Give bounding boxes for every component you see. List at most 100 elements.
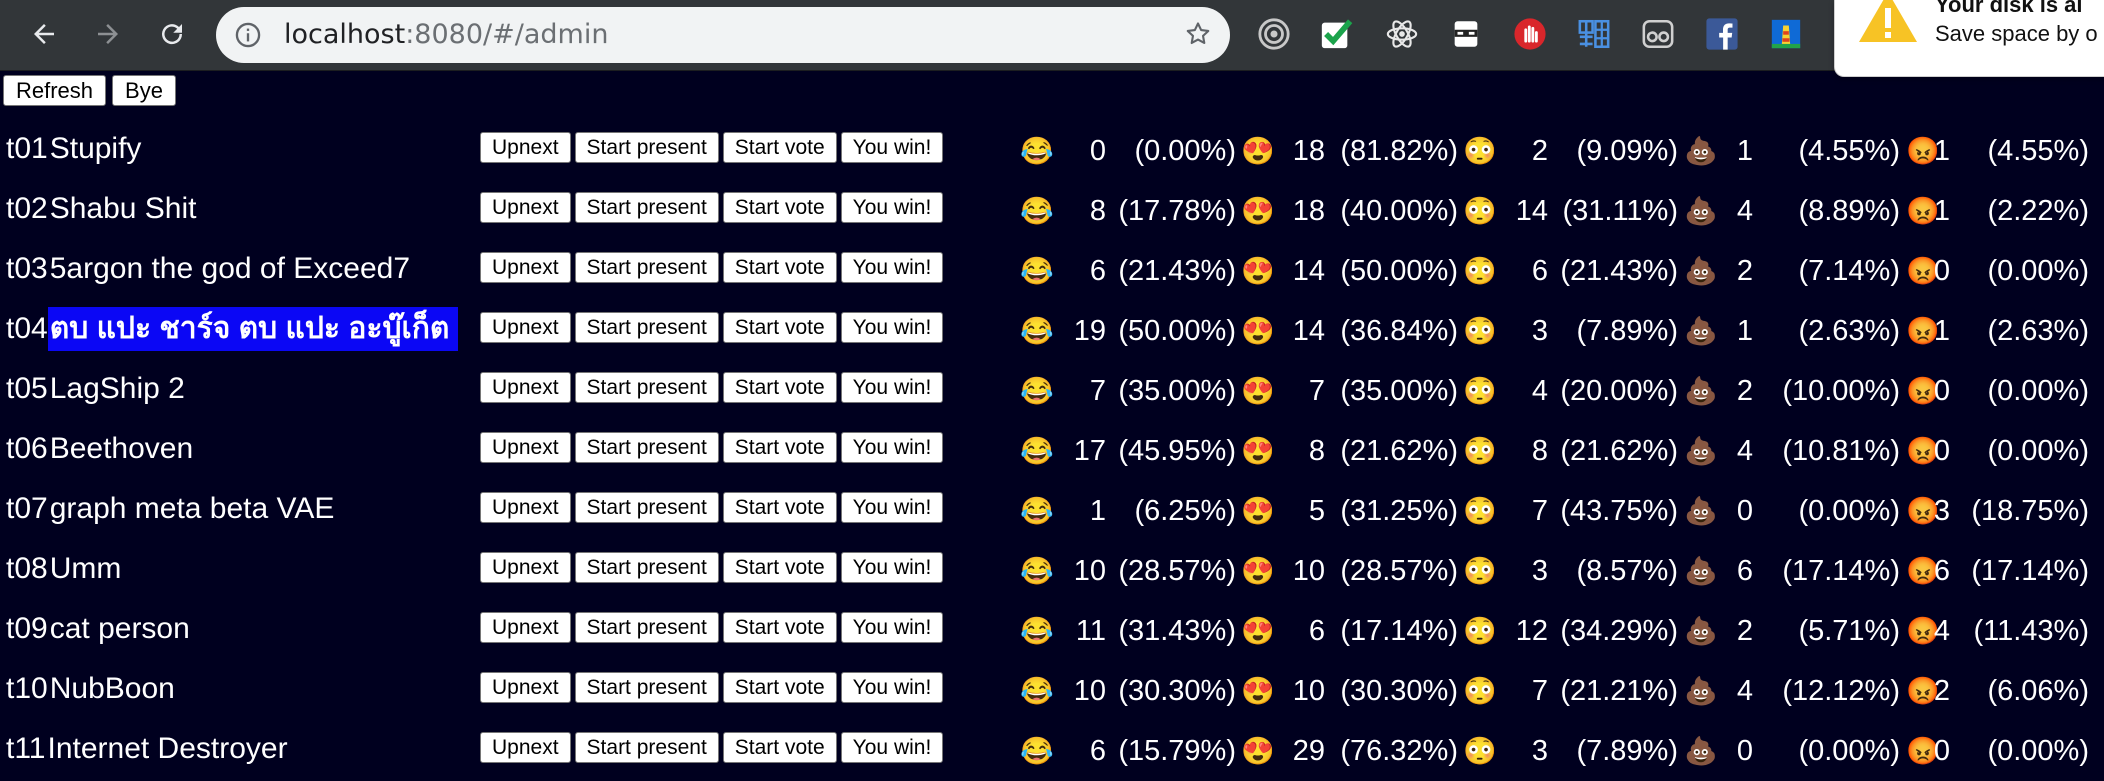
upnext-button[interactable]: Upnext — [480, 732, 571, 763]
address-bar[interactable]: localhost:8080/#/admin — [216, 7, 1230, 63]
vote-count: 2 — [1736, 375, 1753, 407]
site-info-icon[interactable] — [234, 21, 262, 56]
start-present-button[interactable]: Start present — [574, 132, 719, 163]
team-id: t10 — [6, 672, 48, 705]
start-vote-button[interactable]: Start vote — [722, 132, 837, 163]
disk-space-notification[interactable]: Your disk is al Save space by o — [1834, 0, 2104, 77]
start-present-button[interactable]: Start present — [574, 672, 719, 703]
you-win-button[interactable]: You win! — [840, 372, 944, 403]
you-win-button[interactable]: You win! — [840, 312, 944, 343]
reload-button[interactable] — [150, 12, 194, 56]
facebook-extension-icon[interactable] — [1702, 14, 1742, 54]
bye-button[interactable]: Bye — [112, 75, 176, 106]
upnext-button[interactable]: Upnext — [480, 312, 571, 343]
upnext-button[interactable]: Upnext — [480, 252, 571, 283]
team-row: t08Umm Upnext Start present Start vote You w… — [0, 541, 2104, 601]
you-win-button[interactable]: You win! — [840, 132, 944, 163]
laugh-emoji-icon: 😂 — [1020, 256, 1054, 286]
react-devtools-icon[interactable] — [1382, 14, 1422, 54]
vote-percent: (35.00%) — [1340, 375, 1458, 407]
start-present-button[interactable]: Start present — [574, 372, 719, 403]
vote-percent: (34.29%) — [1560, 615, 1678, 647]
start-vote-button[interactable]: Start vote — [722, 672, 837, 703]
you-win-button[interactable]: You win! — [840, 492, 944, 523]
start-vote-button[interactable]: Start vote — [722, 312, 837, 343]
team-id: t11 — [6, 732, 46, 765]
lighthouse-extension-icon[interactable] — [1766, 14, 1806, 54]
vote-count: 7 — [1531, 675, 1548, 707]
you-win-button[interactable]: You win! — [840, 552, 944, 583]
upnext-button[interactable]: Upnext — [480, 552, 571, 583]
team-name: Umm — [49, 552, 122, 585]
team-id: t09 — [6, 612, 48, 645]
team-controls: Upnext Start present Start vote You win! — [480, 132, 944, 163]
start-present-button[interactable]: Start present — [574, 312, 719, 343]
forward-button[interactable] — [86, 12, 130, 56]
team-id: t07 — [6, 492, 48, 525]
start-vote-button[interactable]: Start vote — [722, 432, 837, 463]
vote-count: 11 — [1075, 615, 1106, 647]
vote-percent: (21.21%) — [1560, 675, 1678, 707]
start-present-button[interactable]: Start present — [574, 432, 719, 463]
stop-hand-extension-icon[interactable] — [1510, 14, 1550, 54]
refresh-button[interactable]: Refresh — [3, 75, 107, 106]
upnext-button[interactable]: Upnext — [480, 612, 571, 643]
team-id: t02 — [6, 192, 48, 225]
vote-percent: (2.63%) — [1987, 315, 2089, 347]
translate-extension-icon[interactable] — [1574, 14, 1614, 54]
poop-emoji-icon: 💩 — [1684, 196, 1718, 226]
vote-count: 0 — [1933, 735, 1950, 767]
team-label: t08Umm — [6, 547, 129, 591]
you-win-button[interactable]: You win! — [840, 612, 944, 643]
start-present-button[interactable]: Start present — [574, 252, 719, 283]
upnext-button[interactable]: Upnext — [480, 672, 571, 703]
vote-percent: (18.75%) — [1971, 495, 2089, 527]
laugh-emoji-icon: 😂 — [1020, 376, 1054, 406]
team-id: t05 — [6, 372, 48, 405]
start-vote-button[interactable]: Start vote — [722, 492, 837, 523]
upnext-button[interactable]: Upnext — [480, 432, 571, 463]
vote-count: 2 — [1736, 615, 1753, 647]
start-present-button[interactable]: Start present — [574, 192, 719, 223]
vote-count: 0 — [1736, 495, 1753, 527]
start-present-button[interactable]: Start present — [574, 552, 719, 583]
you-win-button[interactable]: You win! — [840, 192, 944, 223]
vote-percent: (28.57%) — [1340, 555, 1458, 587]
checkmark-extension-icon[interactable] — [1316, 14, 1356, 54]
you-win-button[interactable]: You win! — [840, 672, 944, 703]
you-win-button[interactable]: You win! — [840, 432, 944, 463]
browser-toolbar: localhost:8080/#/admin Your disk is al S… — [0, 0, 2104, 77]
vote-count: 5 — [1308, 495, 1325, 527]
upnext-button[interactable]: Upnext — [480, 132, 571, 163]
poop-emoji-icon: 💩 — [1684, 136, 1718, 166]
vote-count: 8 — [1308, 435, 1325, 467]
team-row: t09cat person Upnext Start present Start vo… — [0, 601, 2104, 661]
upnext-button[interactable]: Upnext — [480, 192, 571, 223]
you-win-button[interactable]: You win! — [840, 732, 944, 763]
team-name: Internet Destroyer — [47, 732, 288, 765]
start-present-button[interactable]: Start present — [574, 492, 719, 523]
glasses-extension-icon[interactable] — [1638, 14, 1678, 54]
love-emoji-icon: 😍 — [1241, 376, 1275, 406]
vote-count: 10 — [1292, 675, 1325, 707]
vote-count: 0 — [1933, 255, 1950, 287]
start-vote-button[interactable]: Start vote — [722, 252, 837, 283]
ninja-extension-icon[interactable] — [1446, 14, 1486, 54]
start-vote-button[interactable]: Start vote — [722, 192, 837, 223]
target-extension-icon[interactable] — [1254, 14, 1294, 54]
vote-percent: (4.55%) — [1987, 135, 2089, 167]
vote-count: 14 — [1292, 315, 1325, 347]
start-vote-button[interactable]: Start vote — [722, 732, 837, 763]
start-vote-button[interactable]: Start vote — [722, 372, 837, 403]
start-vote-button[interactable]: Start vote — [722, 612, 837, 643]
bookmark-star-icon[interactable] — [1184, 20, 1212, 55]
back-button[interactable] — [22, 12, 66, 56]
you-win-button[interactable]: You win! — [840, 252, 944, 283]
vote-count: 10 — [1292, 555, 1325, 587]
upnext-button[interactable]: Upnext — [480, 372, 571, 403]
start-vote-button[interactable]: Start vote — [722, 552, 837, 583]
start-present-button[interactable]: Start present — [574, 732, 719, 763]
vote-count: 7 — [1308, 375, 1325, 407]
start-present-button[interactable]: Start present — [574, 612, 719, 643]
upnext-button[interactable]: Upnext — [480, 492, 571, 523]
